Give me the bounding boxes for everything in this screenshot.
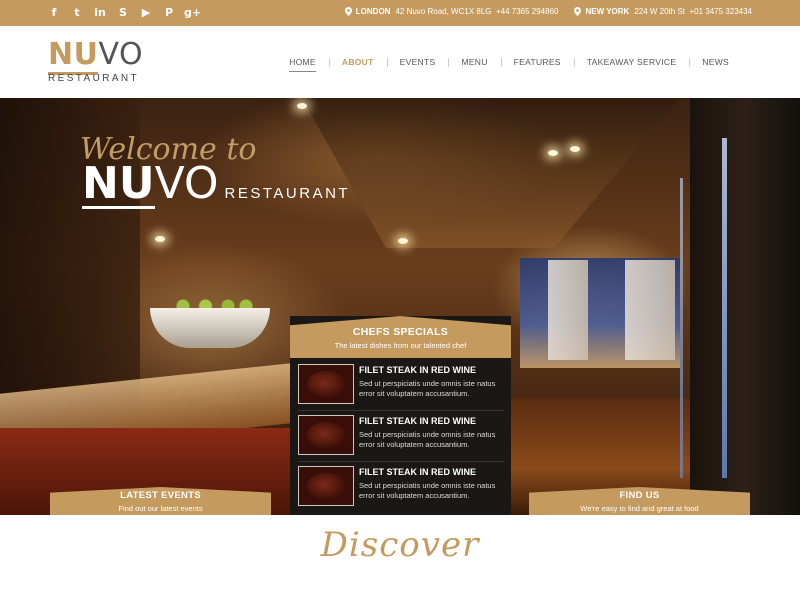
dish-thumbnail	[298, 415, 354, 455]
hero-curtain	[548, 260, 588, 360]
london-address: 42 Nuvo Road, WC1X 8LG	[395, 7, 492, 16]
nav-news[interactable]: NEWS	[689, 57, 742, 67]
facebook-icon[interactable]: f	[46, 5, 62, 21]
nav-features[interactable]: FEATURES	[500, 57, 574, 67]
dish-description: Sed ut perspiciatis unde omnis iste natu…	[359, 481, 496, 500]
dish-item[interactable]: FILET STEAK IN RED WINE Sed ut perspicia…	[298, 364, 508, 406]
ceiling-light	[297, 103, 307, 109]
hero-brand-vo: VO	[154, 158, 219, 209]
location-pin-icon	[574, 7, 582, 16]
dish-thumbnail	[298, 364, 354, 404]
hero-brand-restaurant: RESTAURANT	[224, 185, 351, 202]
dish-name: FILET STEAK IN RED WINE	[359, 365, 476, 375]
logo[interactable]: NUVO RESTAURANT	[48, 37, 143, 84]
ceiling-light	[155, 236, 165, 242]
newyork-address: 224 W 20th St	[634, 7, 686, 16]
main-nav: HOME ABOUT EVENTS MENU FEATURES TAKEAWAY…	[276, 57, 742, 72]
pinterest-icon[interactable]: P	[161, 5, 177, 21]
linkedin-icon[interactable]: in	[92, 5, 108, 21]
hero-bowl	[150, 308, 270, 348]
dish-description: Sed ut perspiciatis unde omnis iste natu…	[359, 379, 496, 398]
social-links: f t in S ▶ P g+	[46, 5, 202, 21]
find-us-tab[interactable]: FIND US We're easy to find and great at …	[529, 487, 750, 515]
discover-heading: Discover	[320, 525, 480, 565]
dish-item[interactable]: FILET STEAK IN RED WINE Sed ut perspicia…	[298, 466, 508, 508]
chefs-specials-subtitle: The latest dishes from our talented chef	[334, 341, 467, 350]
youtube-icon[interactable]: ▶	[138, 5, 154, 21]
twitter-icon[interactable]: t	[69, 5, 85, 21]
ceiling-light	[570, 146, 580, 152]
newyork-phone: +01 3475 323434	[689, 7, 752, 16]
dish-divider	[298, 461, 504, 462]
dish-thumbnail	[298, 466, 354, 506]
ceiling-light	[398, 238, 408, 244]
chefs-specials-title: CHEFS SPECIALS	[352, 326, 449, 338]
hero-light-strip	[722, 138, 727, 478]
dish-divider	[298, 410, 504, 411]
logo-nu: NU	[48, 37, 99, 75]
logo-subtitle: RESTAURANT	[48, 73, 140, 84]
hero-brand: NU VO RESTAURANT	[82, 162, 350, 209]
google-plus-icon[interactable]: g+	[184, 5, 201, 21]
hero-curtain	[625, 260, 675, 360]
newyork-label: NEW YORK	[585, 7, 630, 16]
nav-takeaway-service[interactable]: TAKEAWAY SERVICE	[573, 57, 690, 67]
find-us-subtitle: We're easy to find and great at food	[580, 504, 699, 513]
dish-name: FILET STEAK IN RED WINE	[359, 416, 476, 426]
contact-info: LONDON 42 Nuvo Road, WC1X 8LG +44 7365 2…	[344, 7, 752, 16]
dish-name: FILET STEAK IN RED WINE	[359, 467, 476, 477]
ceiling-light	[548, 150, 558, 156]
logo-vo: VO	[98, 37, 144, 72]
location-pin-icon	[344, 7, 352, 16]
london-phone: +44 7365 294860	[495, 7, 559, 16]
nav-menu[interactable]: MENU	[448, 57, 500, 67]
hero-brand-nu: NU	[82, 158, 155, 209]
top-bar: f t in S ▶ P g+ LONDON 42 Nuvo Road, WC1…	[0, 0, 800, 26]
hero-light-strip	[680, 178, 683, 478]
dish-item[interactable]: FILET STEAK IN RED WINE Sed ut perspicia…	[298, 415, 508, 457]
london-label: LONDON	[355, 7, 391, 16]
nav-events[interactable]: EVENTS	[386, 57, 449, 67]
skype-icon[interactable]: S	[115, 5, 131, 21]
dish-description: Sed ut perspiciatis unde omnis iste natu…	[359, 430, 496, 449]
site-header: NUVO RESTAURANT HOME ABOUT EVENTS MENU F…	[0, 26, 800, 98]
latest-events-subtitle: Find out our latest events	[118, 504, 203, 513]
hero-right-wall	[690, 98, 800, 515]
nav-about[interactable]: ABOUT	[328, 57, 387, 67]
nav-home[interactable]: HOME	[276, 57, 329, 72]
latest-events-tab[interactable]: LATEST EVENTS Find out our latest events	[50, 487, 271, 515]
